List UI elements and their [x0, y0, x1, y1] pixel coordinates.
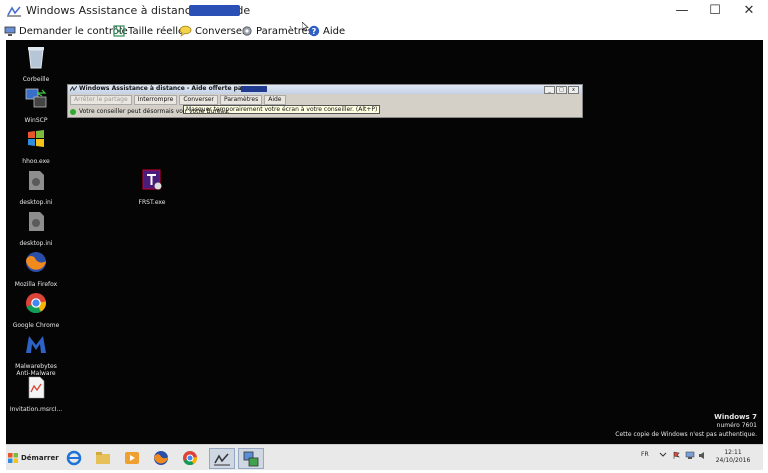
desktop-icon-label: desktop.ini — [19, 199, 53, 206]
chrome-icon — [183, 450, 198, 465]
windows-logo-icon — [8, 452, 18, 463]
media-player-icon — [125, 451, 139, 464]
remote-help-button[interactable]: Aide — [264, 95, 286, 105]
remote-assistance-icon — [70, 86, 77, 92]
desktop-icon-frst[interactable]: FRST.exe — [124, 167, 180, 206]
windows-flag-icon — [28, 130, 44, 147]
settings-icon — [242, 26, 252, 36]
firefox-icon — [154, 450, 168, 465]
help-button[interactable]: ? Aide — [308, 23, 345, 39]
toolbar: Demander le contrôle Taille réelle Conve… — [0, 22, 768, 40]
settings-file-icon — [29, 212, 44, 231]
start-label: Démarrer — [21, 453, 59, 462]
explorer-icon — [96, 451, 110, 464]
remote-settings-button[interactable]: Paramètres — [220, 95, 263, 105]
volume-icon[interactable] — [698, 451, 708, 460]
winscp-icon — [25, 88, 47, 108]
request-control-icon — [4, 26, 16, 36]
desktop-icon-desktop-ini-2[interactable]: desktop.ini — [8, 208, 64, 247]
remote-assistance-window[interactable]: Windows Assistance à distance - Aide off… — [67, 84, 583, 118]
tray-chevron-icon[interactable] — [659, 451, 667, 460]
desktop-icon-label: FRST.exe — [138, 199, 166, 206]
close-button[interactable]: ✕ — [734, 2, 764, 20]
stop-sharing-button[interactable]: Arrêter le partage — [70, 95, 132, 105]
taskbar-chrome[interactable] — [178, 448, 202, 467]
taskbar-internet-explorer[interactable] — [62, 448, 86, 467]
remote-maximize-button[interactable]: □ — [556, 86, 567, 94]
watermark-build: numéro 7601 — [716, 422, 757, 429]
watermark-title: Windows 7 — [714, 413, 757, 421]
desktop-icon-label: WinSCP — [24, 117, 48, 124]
actual-size-label: Taille réelle — [128, 25, 185, 37]
actual-size-button[interactable]: Taille réelle — [113, 23, 184, 39]
svg-text:?: ? — [312, 27, 317, 36]
remote-assistance-icon — [7, 6, 21, 17]
desktop-icon-desktop-ini[interactable]: desktop.ini — [8, 167, 64, 206]
remote-close-button[interactable]: x — [568, 86, 579, 94]
minimize-button[interactable]: — — [667, 2, 697, 20]
desktop-icon-label: Corbeille — [22, 76, 50, 83]
taskbar-remote-assistance[interactable] — [209, 448, 235, 469]
request-control-button[interactable]: Demander le contrôle — [4, 23, 128, 39]
status-ok-icon — [70, 108, 76, 115]
desktop-icon-label: Google Chrome — [12, 322, 60, 329]
help-label: Aide — [323, 25, 346, 37]
remote-status: Votre conseiller peut désormais voir vot… — [70, 108, 230, 115]
remote-window-title-bar: Windows Assistance à distance - Aide off… — [68, 85, 582, 94]
taskbar-firefox[interactable] — [149, 448, 173, 467]
remote-window-toolbar: Arrêter le partage Interrompre Converser… — [70, 95, 286, 105]
request-control-label: Demander le contrôle — [19, 25, 128, 37]
clock-date: 24/10/2016 — [715, 457, 751, 464]
desktop-icon-invitation[interactable]: Invitation.msrcI... — [8, 374, 64, 413]
settings-file-icon — [29, 171, 44, 190]
remote-status-text: Votre conseiller peut désormais voir vot… — [79, 108, 230, 115]
remote-assistance-icon — [214, 453, 230, 465]
desktop-icon-label: desktop.ini — [19, 240, 53, 247]
desktop-icon-hhoo[interactable]: hhoo.exe — [8, 126, 64, 165]
frst-icon — [142, 169, 162, 190]
chat-button[interactable]: Converser — [179, 23, 246, 39]
chat-icon — [179, 25, 192, 37]
system-clock[interactable]: 12:11 24/10/2016 — [710, 449, 756, 465]
malwarebytes-icon — [26, 336, 46, 353]
internet-explorer-icon — [66, 450, 82, 465]
chat-label: Converser — [195, 25, 247, 37]
desktop-icon-label: Mozilla Firefox — [14, 281, 58, 288]
desktop-icon-malwarebytes[interactable]: Malwarebytes Anti-Malware — [8, 331, 64, 377]
desktop-icon-winscp[interactable]: WinSCP — [8, 85, 64, 124]
redacted-name — [241, 86, 267, 92]
taskbar-media-player[interactable] — [120, 448, 144, 467]
desktop-icon-chrome[interactable]: Google Chrome — [8, 290, 64, 329]
title-bar: Windows Assistance à distance - Aide de … — [0, 0, 768, 22]
network-icon[interactable] — [685, 451, 695, 460]
action-center-flag-icon[interactable] — [672, 451, 681, 460]
mouse-cursor-icon — [302, 22, 309, 32]
invitation-file-icon — [28, 376, 45, 399]
maximize-button[interactable]: ☐ — [700, 2, 730, 20]
remote-window-title: Windows Assistance à distance - Aide off… — [79, 85, 245, 92]
clock-time: 12:11 — [724, 449, 742, 456]
remote-control-icon — [243, 451, 259, 466]
pause-button[interactable]: Interrompre — [133, 95, 178, 105]
taskbar-remote-control[interactable] — [238, 448, 264, 469]
desktop-icon-label: hhoo.exe — [22, 158, 50, 165]
watermark-notice: Cette copie de Windows n'est pas authent… — [615, 431, 757, 438]
actual-size-icon — [113, 25, 125, 37]
desktop-icon-firefox[interactable]: Mozilla Firefox — [8, 249, 64, 288]
recycle-bin-icon — [28, 47, 44, 69]
taskbar-explorer[interactable] — [91, 448, 115, 467]
start-button[interactable]: Démarrer — [7, 448, 61, 467]
remote-desktop[interactable]: Corbeille WinSCP hhoo.exe desktop.ini de… — [6, 40, 763, 444]
remote-minimize-button[interactable]: _ — [544, 86, 555, 94]
desktop-icon-label: Invitation.msrcI... — [9, 406, 63, 413]
chrome-icon — [26, 293, 46, 314]
taskbar: Démarrer FR 12:11 24/10/2016 — [6, 444, 763, 470]
firefox-icon — [26, 252, 46, 272]
redacted-name — [189, 5, 240, 16]
remote-chat-button[interactable]: Converser — [179, 95, 218, 105]
desktop-icon-recycle-bin[interactable]: Corbeille — [8, 44, 64, 83]
language-indicator[interactable]: FR — [641, 451, 649, 458]
